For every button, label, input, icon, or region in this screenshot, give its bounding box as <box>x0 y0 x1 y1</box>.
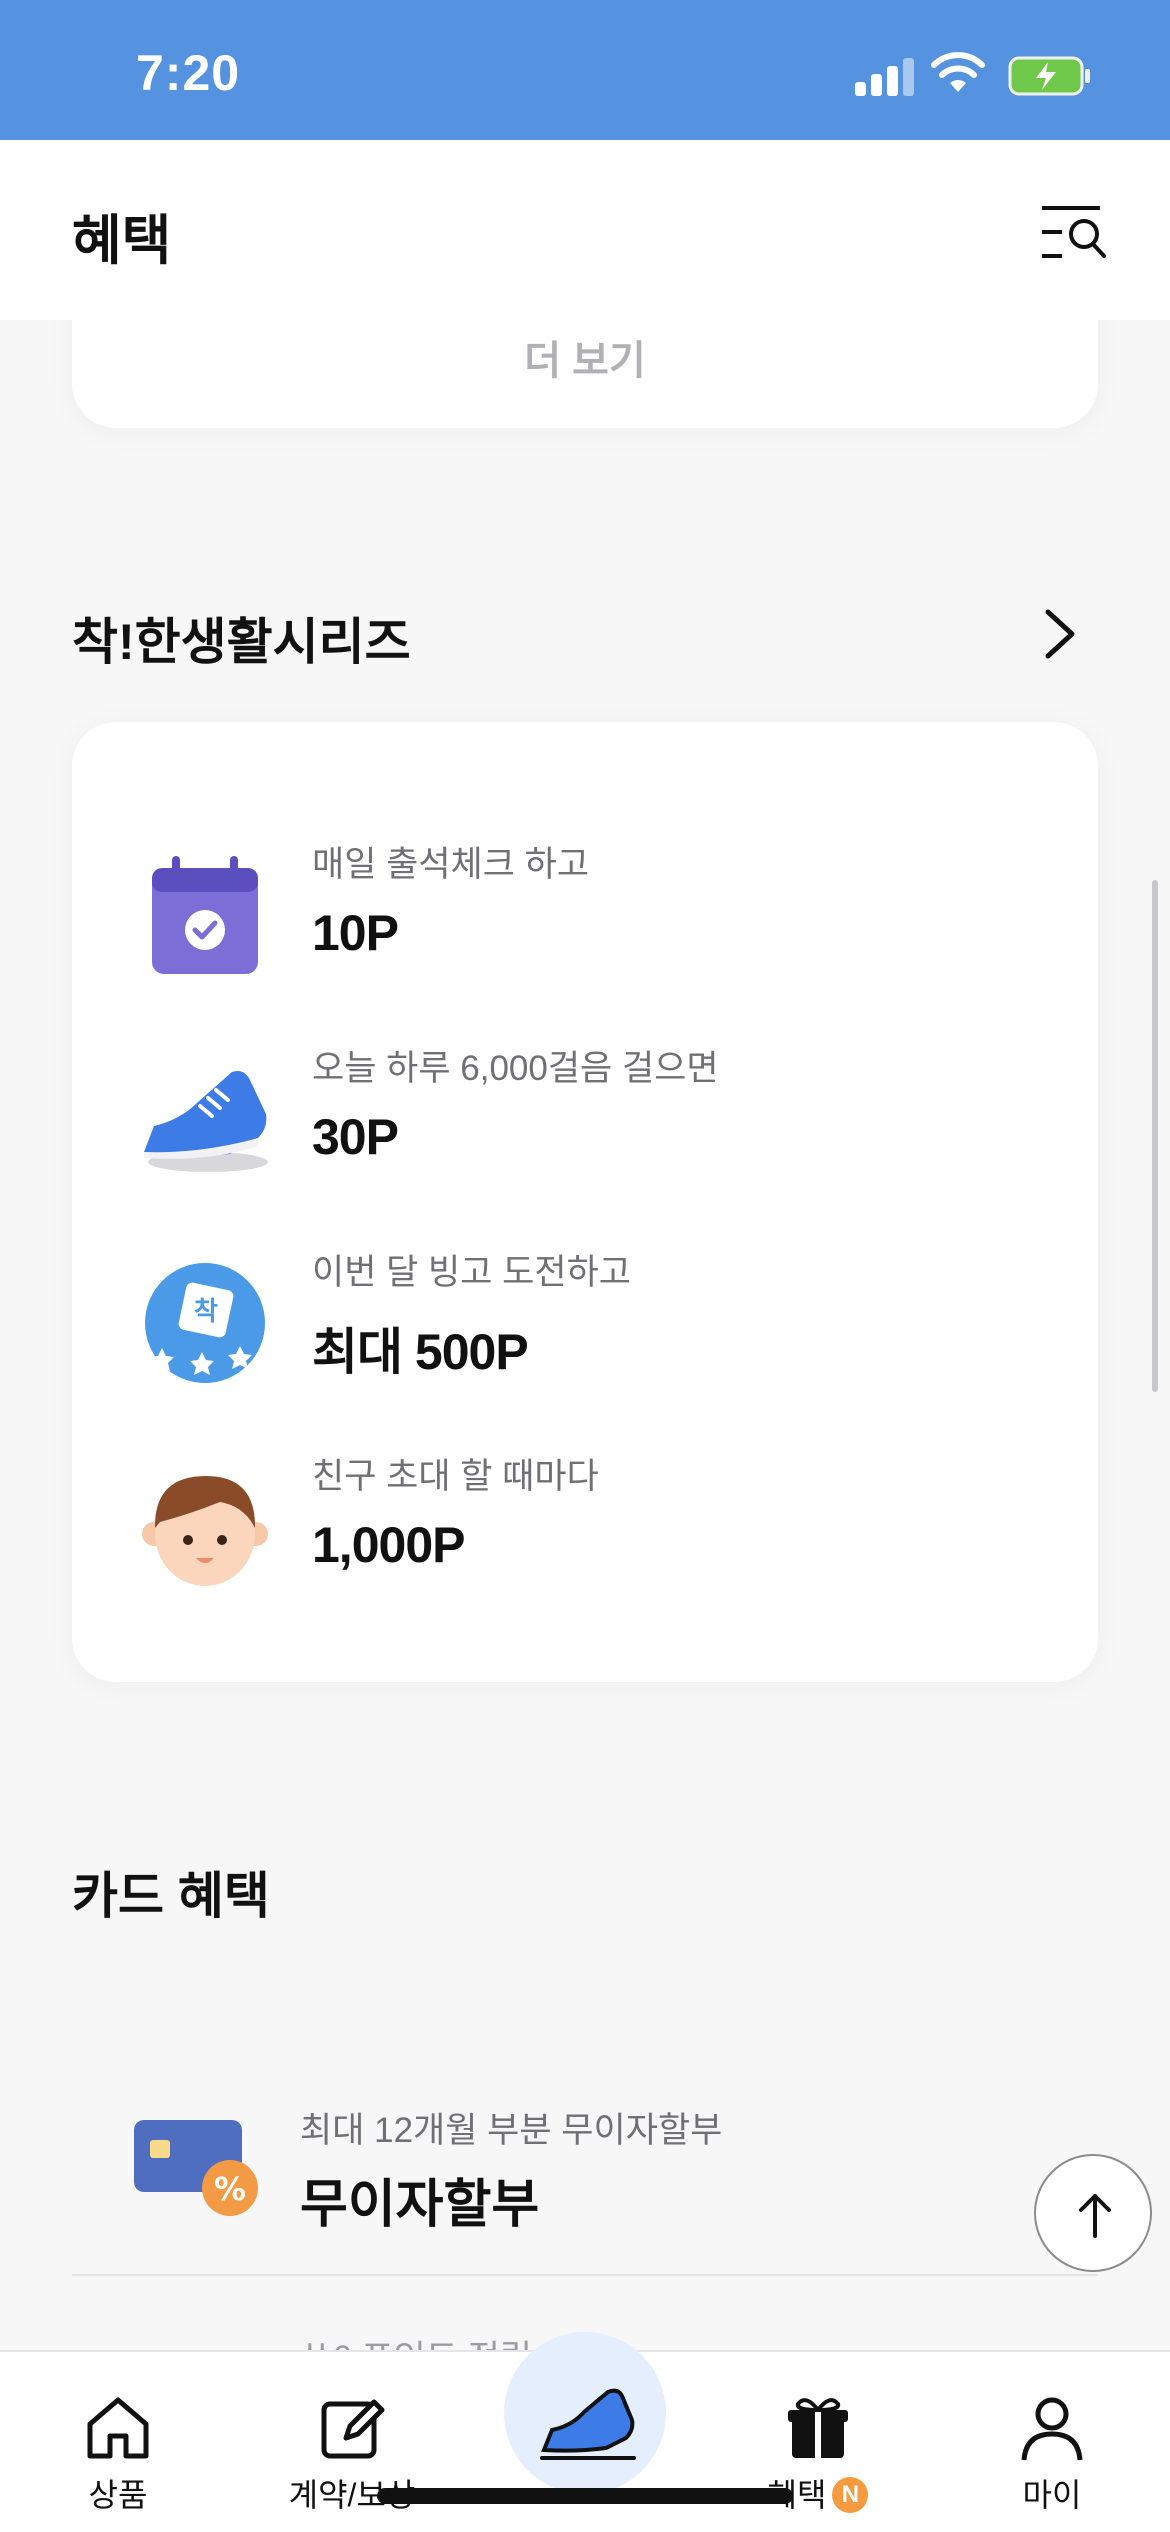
status-time: 7:20 <box>136 45 241 101</box>
new-badge: N <box>832 2477 869 2513</box>
series-item-bingo[interactable]: 착 이번 달 빙고 도전하고 최대 500P <box>72 1240 1098 1400</box>
edit-icon <box>321 2399 385 2459</box>
tab-benefits[interactable]: 혜택 N <box>718 2352 918 2532</box>
divider <box>72 2274 1098 2276</box>
scroll-to-top-button[interactable] <box>1034 2154 1152 2272</box>
series-item-subtitle: 친구 초대 할 때마다 <box>312 1457 599 1496</box>
calendar-check-icon <box>152 856 258 974</box>
friend-face-icon <box>142 1476 268 1586</box>
sneaker-icon <box>144 1071 268 1172</box>
page-header: 혜택 <box>0 140 1170 320</box>
series-item-value: 최대 500P <box>312 1324 529 1380</box>
svg-text:%: % <box>214 2170 246 2208</box>
signal-icon <box>855 56 915 96</box>
tab-walking[interactable] <box>504 2332 666 2494</box>
series-item-subtitle: 매일 출석체크 하고 <box>312 845 590 884</box>
bingo-ticket-icon: 착 <box>145 1263 265 1383</box>
scrollbar[interactable] <box>1152 880 1158 1392</box>
tab-label: 마이 <box>1022 2477 1082 2513</box>
content-scroll[interactable]: 더 보기 착!한생활시리즈 매일 출석체크 하고 10P 오늘 하루 6,000… <box>0 320 1170 2350</box>
credit-card-percent-icon: % <box>134 2120 258 2216</box>
card-benefit-subtitle: 최대 12개월 부분 무이자할부 <box>300 2111 723 2150</box>
series-item-walking[interactable]: 오늘 하루 6,000걸음 걸으면 30P <box>72 1036 1098 1196</box>
series-section-title[interactable]: 착!한생활시리즈 <box>72 602 411 674</box>
gift-icon <box>788 2398 848 2458</box>
card-benefit-item[interactable]: % 최대 12개월 부분 무이자할부 무이자할부 <box>72 2050 1098 2270</box>
series-item-value: 1,000P <box>312 1517 465 1573</box>
svg-text:착: 착 <box>194 1297 218 1327</box>
series-card: 매일 출석체크 하고 10P 오늘 하루 6,000걸음 걸으면 30P 착 이… <box>72 722 1098 1682</box>
card-benefit-value: 무이자할부 <box>300 2176 540 2234</box>
card-benefit-section-title: 카드 혜택 <box>72 1868 270 1924</box>
search-menu-icon[interactable] <box>1040 202 1110 262</box>
previous-card: 더 보기 <box>72 320 1098 428</box>
user-icon <box>1021 2397 1083 2461</box>
tab-my[interactable]: 마이 <box>952 2352 1152 2532</box>
status-bar: 7:20 <box>0 0 1170 140</box>
arrow-up-icon <box>1079 2194 1111 2238</box>
more-button[interactable]: 더 보기 <box>72 328 1098 386</box>
series-item-attendance[interactable]: 매일 출석체크 하고 10P <box>72 832 1098 992</box>
bottom-tab-bar: 상품 계약/보상 혜택 N 마이 <box>0 2332 1170 2532</box>
page-title: 혜택 <box>72 211 172 271</box>
wifi-icon <box>931 52 985 92</box>
tab-label: 상품 <box>88 2477 148 2513</box>
battery-charging-icon <box>1008 56 1090 96</box>
series-item-value: 30P <box>312 1109 399 1165</box>
chevron-right-icon[interactable] <box>1040 608 1080 660</box>
tab-products[interactable]: 상품 <box>18 2352 218 2532</box>
tab-contract[interactable]: 계약/보상 <box>252 2352 452 2532</box>
series-item-value: 10P <box>312 905 399 961</box>
series-item-invite[interactable]: 친구 초대 할 때마다 1,000P <box>72 1444 1098 1604</box>
series-item-subtitle: 오늘 하루 6,000걸음 걸으면 <box>312 1049 719 1088</box>
home-icon <box>87 2397 149 2459</box>
home-indicator <box>377 2488 793 2504</box>
series-item-subtitle: 이번 달 빙고 도전하고 <box>312 1253 631 1292</box>
sneaker-icon <box>540 2388 636 2460</box>
